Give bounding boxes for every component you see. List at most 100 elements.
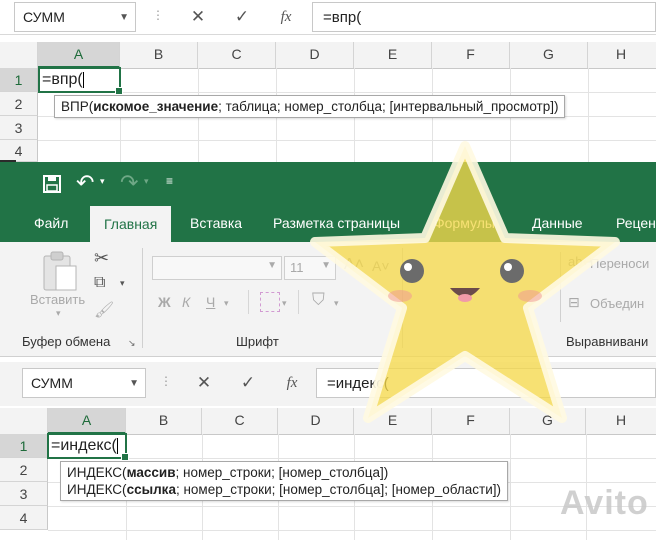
column-header-d[interactable]: D — [278, 408, 354, 434]
row-header-4[interactable]: 4 — [0, 140, 38, 162]
formula-input[interactable]: =индекс( — [316, 368, 656, 398]
separator — [248, 290, 249, 314]
column-header-c[interactable]: C — [202, 408, 278, 434]
customize-toolbar-icon[interactable]: ≡ — [166, 174, 173, 188]
merge-cells-icon[interactable]: ⊟ — [568, 294, 580, 311]
active-cell-a1[interactable]: =впр( — [38, 67, 123, 95]
enter-icon[interactable]: ✓ — [222, 2, 262, 32]
name-box[interactable]: СУММ ▼ — [14, 2, 136, 32]
fill-color-icon[interactable]: ⛉ — [312, 290, 325, 310]
format-painter-icon[interactable]: 🖌 — [94, 300, 114, 320]
cancel-icon[interactable]: ✕ — [178, 2, 218, 32]
row-header-2[interactable]: 2 — [0, 92, 38, 116]
chevron-down-icon[interactable]: ▼ — [267, 260, 277, 271]
fill-handle[interactable] — [115, 87, 123, 95]
column-header-e[interactable]: E — [354, 42, 432, 68]
underline-button[interactable]: Ч — [206, 294, 215, 310]
bold-button[interactable]: Ж — [158, 294, 171, 310]
merge-cells-label[interactable]: Объедин — [590, 296, 644, 311]
chevron-down-icon[interactable]: ▼ — [119, 12, 129, 23]
ribbon-body: Вставить ▾ ✂ ⧉ ▾ 🖌 Буфер обмена ↘ ▼ 11 ▼… — [0, 242, 656, 357]
italic-button[interactable]: К — [182, 294, 190, 310]
column-header-g[interactable]: G — [510, 42, 588, 68]
column-header-a[interactable]: A — [48, 408, 126, 434]
cut-icon[interactable]: ✂ — [94, 248, 109, 269]
tab-file[interactable]: Файл — [34, 215, 68, 231]
tab-data[interactable]: Данные — [532, 215, 583, 231]
column-header-d[interactable]: D — [276, 42, 354, 68]
increase-font-icon[interactable]: A˄ — [344, 256, 364, 274]
tooltip-function: ИНДЕКС( — [67, 465, 127, 480]
borders-dropdown-icon[interactable]: ▾ — [282, 298, 287, 309]
copy-icon[interactable]: ⧉ — [94, 274, 105, 292]
row-header-3[interactable]: 3 — [0, 116, 38, 140]
column-header-b[interactable]: B — [126, 408, 202, 434]
row-header-1[interactable]: 1 — [0, 68, 38, 92]
save-icon[interactable] — [42, 174, 62, 194]
fill-handle[interactable] — [121, 453, 129, 461]
fill-color-dropdown-icon[interactable]: ▾ — [334, 298, 339, 309]
tab-formulas[interactable]: Формулы — [434, 215, 495, 231]
column-header-b[interactable]: B — [120, 42, 198, 68]
paste-dropdown-icon[interactable]: ▾ — [56, 308, 61, 319]
column-header-g[interactable]: G — [510, 408, 586, 434]
column-header-a[interactable]: A — [38, 42, 120, 68]
select-all-corner[interactable] — [0, 42, 38, 68]
tab-insert[interactable]: Вставка — [190, 215, 242, 231]
select-all-corner[interactable] — [0, 408, 48, 434]
name-box[interactable]: СУММ ▼ — [22, 368, 146, 398]
font-size-combo[interactable]: 11 ▼ — [284, 256, 336, 280]
chevron-down-icon[interactable]: ▼ — [321, 260, 331, 271]
undo-icon[interactable]: ↶ — [76, 170, 94, 196]
function-tooltip: ВПР(искомое_значение; таблица; номер_сто… — [54, 95, 566, 118]
cell-text: =индекс( — [51, 437, 117, 454]
cell-text: =впр( — [42, 71, 83, 88]
avito-watermark: Avito — [560, 484, 649, 522]
tooltip-rest: ; таблица; номер_столбца; [интервальный_… — [218, 99, 559, 114]
paste-icon[interactable] — [40, 250, 80, 294]
column-header-h[interactable]: H — [588, 42, 654, 68]
column-header-h[interactable]: H — [586, 408, 656, 434]
copy-dropdown-icon[interactable]: ▾ — [120, 278, 125, 289]
tooltip-function: ИНДЕКС( — [67, 482, 127, 497]
row-header-1[interactable]: 1 — [0, 434, 48, 458]
decrease-font-icon[interactable]: A˅ — [372, 258, 390, 274]
column-header-e[interactable]: E — [354, 408, 432, 434]
font-size-value: 11 — [290, 260, 304, 275]
font-name-combo[interactable]: ▼ — [152, 256, 282, 280]
column-header-f[interactable]: F — [432, 42, 510, 68]
group-label-font: Шрифт — [236, 334, 279, 349]
paste-label[interactable]: Вставить — [30, 292, 85, 307]
grid-line — [48, 530, 656, 531]
grid-line — [48, 458, 656, 459]
tab-review[interactable]: Рецен — [616, 215, 656, 231]
undo-dropdown-icon[interactable]: ▾ — [100, 176, 105, 187]
cancel-icon[interactable]: ✕ — [184, 368, 224, 398]
wrap-text-label[interactable]: Переноси — [590, 256, 649, 271]
active-cell-a1[interactable]: =индекс( — [47, 433, 129, 461]
redo-icon[interactable]: ↷ — [120, 170, 138, 196]
tooltip-function: ВПР( — [61, 99, 94, 114]
formula-bar: СУММ ▼ ⋮ ✕ ✓ fx =индекс( — [0, 362, 656, 406]
borders-icon[interactable] — [260, 292, 280, 312]
formula-input[interactable]: =впр( — [312, 2, 656, 32]
column-header-f[interactable]: F — [432, 408, 510, 434]
insert-function-icon[interactable]: fx — [272, 368, 312, 398]
drag-dots-icon: ⋮ — [152, 8, 164, 22]
enter-icon[interactable]: ✓ — [228, 368, 268, 398]
group-label-clipboard: Буфер обмена — [22, 334, 111, 349]
group-separator — [142, 248, 143, 348]
dialog-launcher-icon[interactable]: ↘ — [128, 338, 136, 349]
tab-home[interactable]: Главная — [90, 206, 172, 242]
insert-function-icon[interactable]: fx — [266, 2, 306, 32]
underline-dropdown-icon[interactable]: ▾ — [224, 298, 229, 309]
row-header-4[interactable]: 4 — [0, 506, 48, 530]
redo-dropdown-icon[interactable]: ▾ — [144, 176, 149, 187]
chevron-down-icon[interactable]: ▼ — [129, 378, 139, 389]
column-header-c[interactable]: C — [198, 42, 276, 68]
row-header-2[interactable]: 2 — [0, 458, 48, 482]
quick-access-toolbar: ↶ ▾ ↷ ▾ ≡ — [0, 162, 656, 206]
tab-page-layout[interactable]: Разметка страницы — [273, 215, 400, 231]
row-header-3[interactable]: 3 — [0, 482, 48, 506]
name-box-value: СУММ — [23, 9, 65, 25]
